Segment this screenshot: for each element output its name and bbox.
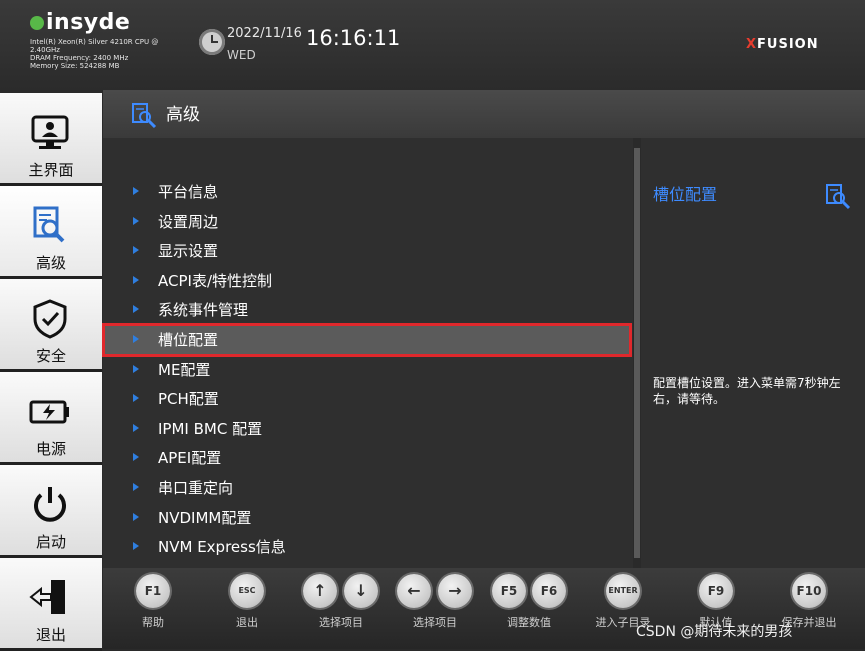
xfusion-logo: XFUSION (746, 37, 819, 52)
logo-dot-icon (30, 16, 44, 30)
arrow-bullet-icon (133, 246, 139, 254)
logo-text: insyde (46, 10, 131, 35)
help-label: 帮助 (142, 616, 164, 629)
menu-item-pch-config[interactable]: PCH配置 (105, 385, 629, 413)
arrow-bullet-icon (133, 424, 139, 432)
exit-label: 退出 (236, 616, 258, 629)
menu-item-label: NVDIMM配置 (158, 509, 252, 527)
enter-key-icon[interactable]: ENTER (606, 574, 640, 608)
menu-item-slot-config[interactable]: 槽位配置 (102, 323, 632, 357)
arrow-bullet-icon (133, 276, 139, 284)
advanced-icon (33, 206, 65, 243)
menu-item-label: 显示设置 (158, 242, 219, 260)
date-display: 2022/11/16 (227, 26, 302, 41)
arrow-bullet-icon (133, 453, 139, 461)
csdn-watermark: CSDN @期待未来的男孩 (636, 624, 793, 640)
nav-item-security[interactable]: 安全 (0, 279, 102, 372)
brand-text: FUSION (757, 37, 819, 52)
menu-item-ipmi-bmc[interactable]: IPMI BMC 配置 (105, 415, 629, 443)
nav-label-exit: 退出 (35, 626, 66, 644)
brand-x: X (746, 37, 758, 52)
arrow-bullet-icon (133, 305, 139, 313)
description-title: 槽位配置 (653, 185, 718, 204)
esc-key-icon[interactable]: ESC (230, 574, 264, 608)
select-item-horizontal-label: 选择项目 (413, 616, 457, 629)
cpu-info: Intel(R) Xeon(R) Silver 4210R CPU @ 2.40… (30, 38, 159, 54)
menu-item-label: 平台信息 (158, 183, 219, 201)
f1-key-icon[interactable]: F1 (136, 574, 170, 608)
power-icon (34, 487, 66, 522)
nav-label-main: 主界面 (28, 161, 74, 179)
menu-item-label: ME配置 (158, 361, 211, 379)
f9-key-icon[interactable]: F9 (699, 574, 733, 608)
nav-item-power[interactable]: 电源 (0, 372, 102, 465)
nav-item-advanced[interactable]: 高级 (0, 186, 102, 279)
nav-label-security: 安全 (35, 347, 66, 365)
adjust-value-label: 调整数值 (507, 616, 551, 629)
menu-item-label: APEI配置 (158, 449, 222, 467)
nav-label-advanced: 高级 (35, 254, 66, 272)
arrow-bullet-icon (133, 542, 139, 550)
title-bar (103, 90, 865, 138)
right-arrow-key-icon[interactable]: → (438, 574, 472, 608)
select-item-vertical-label: 选择项目 (319, 616, 363, 629)
arrow-bullet-icon (133, 365, 139, 373)
menu-item-label: 槽位配置 (158, 331, 219, 349)
time-display: 16:16:11 (306, 26, 401, 50)
menu-item-label: NVM Express信息 (158, 538, 286, 556)
menu-item-label: 串口重定向 (158, 479, 234, 497)
weekday-display: WED (227, 48, 256, 62)
menu-item-label: ACPI表/特性控制 (158, 272, 272, 290)
nav-item-boot[interactable]: 启动 (0, 465, 102, 558)
advanced-title-icon (132, 103, 157, 129)
up-arrow-key-icon[interactable]: ↑ (303, 574, 337, 608)
f6-key-icon[interactable]: F6 (532, 574, 566, 608)
nav-item-main[interactable]: 主界面 (0, 93, 102, 186)
clock-icon (199, 29, 225, 55)
scrollbar[interactable] (634, 148, 640, 558)
menu-item-display[interactable]: 显示设置 (105, 237, 629, 265)
page-title: 高级 (166, 105, 200, 125)
nav-item-exit[interactable]: 退出 (0, 558, 102, 651)
menu-item-me-config[interactable]: ME配置 (105, 356, 629, 384)
menu-item-label: PCH配置 (158, 390, 219, 408)
system-info: Intel(R) Xeon(R) Silver 4210R CPU @ 2.40… (30, 38, 190, 70)
nav-label-boot: 启动 (35, 533, 66, 551)
menu-item-nvme[interactable]: NVM Express信息 (105, 533, 629, 561)
insyde-logo: insyde (30, 10, 130, 35)
left-arrow-key-icon[interactable]: ← (397, 574, 431, 608)
down-arrow-key-icon[interactable]: ↓ (344, 574, 378, 608)
menu-item-label: 系统事件管理 (158, 301, 249, 319)
f10-key-icon[interactable]: F10 (792, 574, 826, 608)
exit-icon (29, 580, 65, 614)
menu-item-system-events[interactable]: 系统事件管理 (105, 296, 629, 324)
description-text: 配置槽位设置。进入菜单需7秒钟左右，请等待。 (653, 376, 841, 406)
menu-item-serial-redirect[interactable]: 串口重定向 (105, 474, 629, 502)
menu-item-acpi[interactable]: ACPI表/特性控制 (105, 267, 629, 295)
menu-item-nvdimm[interactable]: NVDIMM配置 (105, 504, 629, 532)
monitor-icon (31, 115, 69, 149)
advanced-info-icon (826, 184, 851, 210)
dram-info: DRAM Frequency: 2400 MHz (30, 54, 129, 62)
menu-item-peripherals[interactable]: 设置周边 (105, 208, 629, 236)
memory-info: Memory Size: 524288 MB (30, 62, 120, 70)
arrow-bullet-icon (133, 187, 139, 195)
shield-icon (33, 299, 67, 339)
arrow-bullet-icon (133, 483, 139, 491)
arrow-bullet-icon (133, 513, 139, 521)
battery-icon (29, 400, 69, 424)
menu-item-label: IPMI BMC 配置 (158, 420, 263, 438)
arrow-bullet-icon (133, 394, 139, 402)
arrow-bullet-icon (133, 217, 139, 225)
arrow-bullet-icon (133, 335, 139, 343)
nav-label-power: 电源 (35, 440, 66, 458)
menu-item-apei-config[interactable]: APEI配置 (105, 444, 629, 472)
menu-item-label: 设置周边 (158, 213, 219, 231)
menu-item-platform-info[interactable]: 平台信息 (105, 178, 629, 206)
f5-key-icon[interactable]: F5 (492, 574, 526, 608)
